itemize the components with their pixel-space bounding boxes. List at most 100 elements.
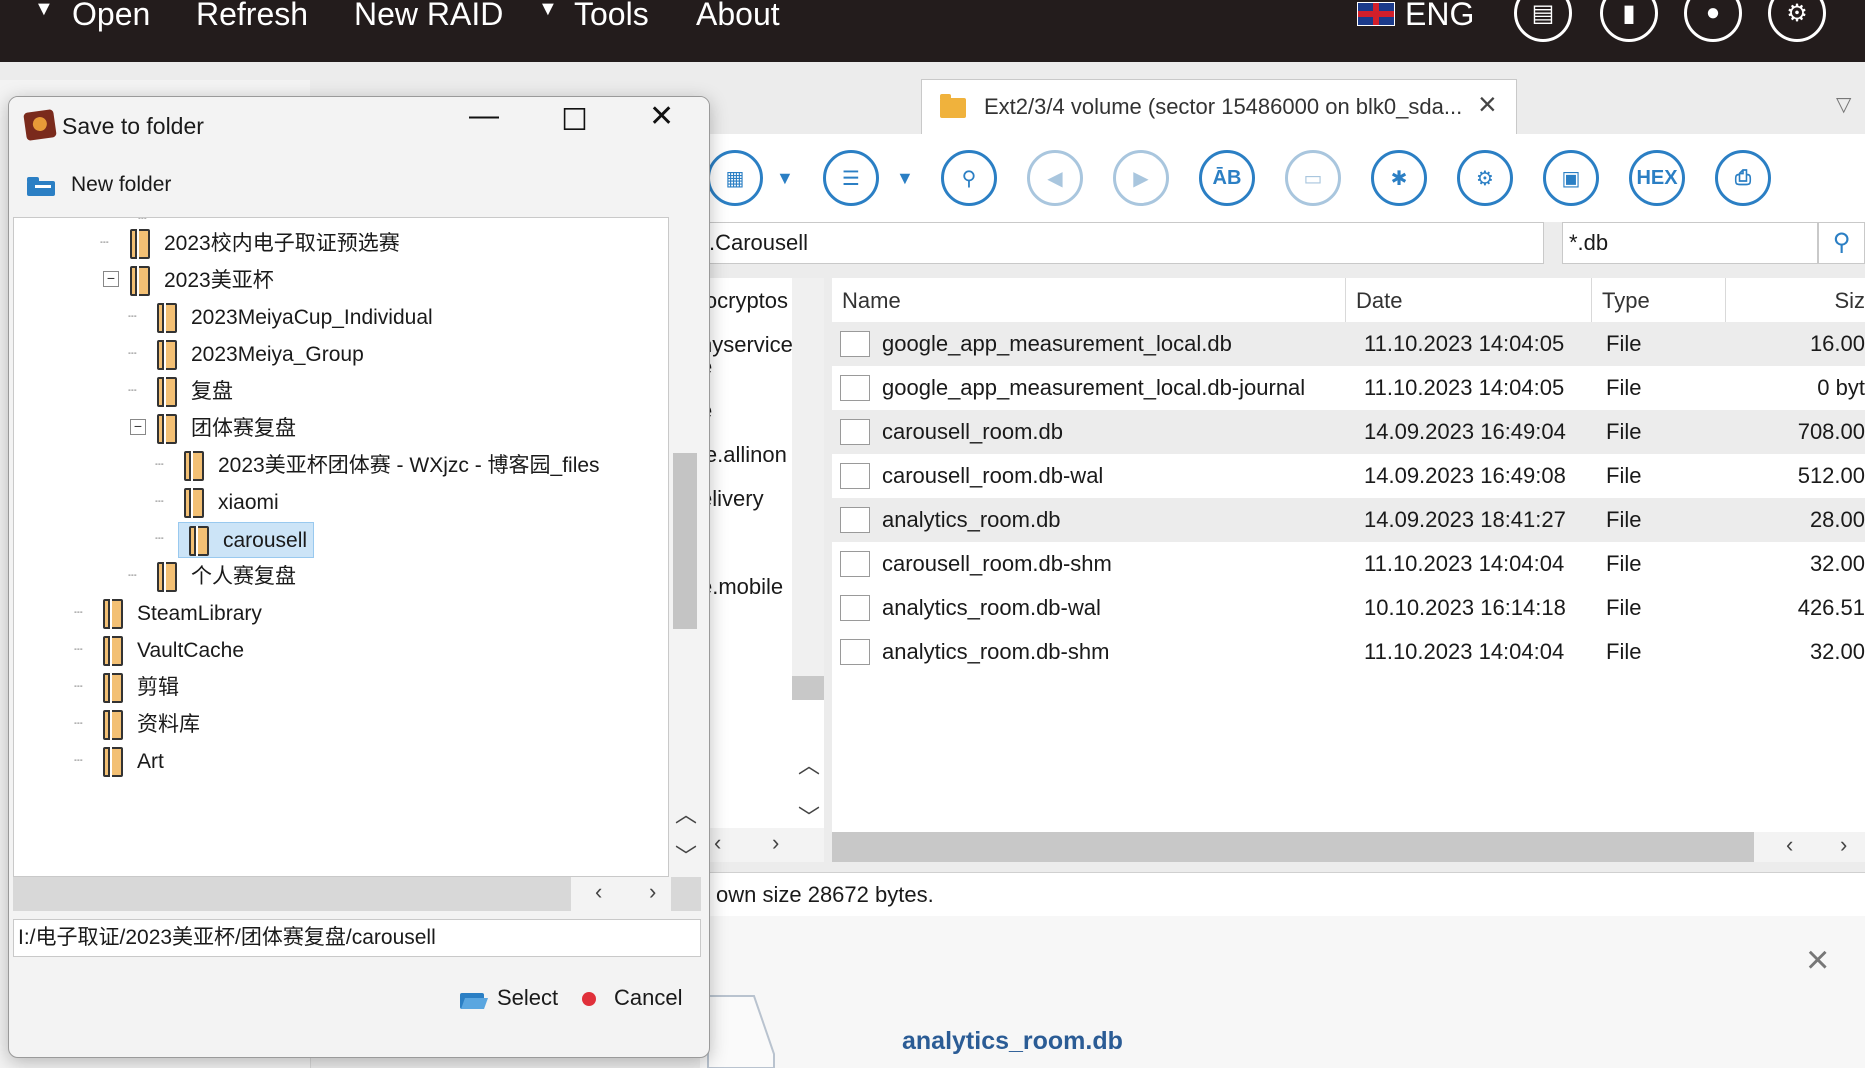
path-input[interactable]: .Carousell (700, 222, 1544, 264)
scroll-thumb[interactable] (832, 832, 1754, 862)
tree-node-steamlibrary[interactable]: SteamLibrary (103, 596, 262, 632)
tree-node-individual-review[interactable]: 个人赛复盘 (157, 559, 296, 595)
cancel-button[interactable]: Cancel (582, 985, 682, 1011)
scroll-thumb[interactable] (673, 453, 697, 629)
chevron-left-icon[interactable]: ‹ (595, 879, 602, 905)
filter-input[interactable]: *.db (1562, 222, 1818, 264)
gear-icon[interactable]: ⚙ (1768, 0, 1826, 42)
new-folder-button[interactable]: New folder (25, 173, 171, 197)
tree-node-art[interactable]: Art (103, 744, 164, 780)
collapse-icon[interactable]: − (103, 271, 119, 287)
column-header-size[interactable]: Siz (1726, 278, 1865, 324)
file-type: File (1606, 331, 1642, 356)
table-row[interactable]: carousell_room.db-wal 14.09.2023 16:49:0… (832, 454, 1865, 498)
table-row[interactable]: analytics_room.db 14.09.2023 18:41:27 Fi… (832, 498, 1865, 542)
image-card-icon[interactable]: ▭ (1285, 150, 1341, 206)
dialog-titlebar[interactable]: Save to folder — ☐ ✕ (9, 97, 709, 157)
file-name: carousell_room.db-shm (882, 551, 1112, 576)
folder-icon (130, 229, 150, 260)
chevron-right-icon[interactable]: › (772, 830, 779, 856)
select-button[interactable]: Select (459, 985, 558, 1011)
table-row[interactable]: carousell_room.db-shm 11.10.2023 14:04:0… (832, 542, 1865, 586)
minimize-icon[interactable]: — (469, 99, 499, 133)
table-row[interactable]: analytics_room.db-shm 11.10.2023 14:04:0… (832, 630, 1865, 674)
tree-item[interactable]: ie.allinon (700, 442, 787, 468)
tree-connector: ┄ (155, 530, 164, 546)
chevron-up-icon[interactable]: ︿ (798, 748, 820, 780)
user-icon[interactable]: ● (1684, 0, 1742, 42)
tree-item[interactable]: e.mobile (700, 574, 783, 600)
open-dropdown-icon[interactable]: ▼ (34, 0, 54, 21)
hex-icon[interactable]: HEX (1629, 150, 1685, 206)
tree-node-carousell[interactable]: carousell (178, 522, 315, 558)
file-date: 14.09.2023 16:49:04 (1364, 419, 1566, 444)
print-icon[interactable]: ⎙ (1715, 150, 1771, 206)
tree-scrollbar[interactable] (792, 278, 824, 700)
file-settings-icon[interactable]: ⚙ (1457, 150, 1513, 206)
table-row[interactable]: carousell_room.db 14.09.2023 16:49:04 Fi… (832, 410, 1865, 454)
tree-v-scrollbar[interactable] (669, 217, 701, 877)
column-header-name[interactable]: Name (832, 278, 1346, 324)
close-icon[interactable]: × (1806, 938, 1829, 983)
file-h-scrollbar[interactable] (832, 832, 1865, 862)
panel-icon[interactable]: ▮ (1600, 0, 1658, 42)
language-selector[interactable]: ENG (1405, 0, 1474, 34)
tab-ext-volume[interactable]: Ext2/3/4 volume (sector 15486000 on blk0… (921, 79, 1517, 135)
tools-dropdown-icon[interactable]: ▼ (538, 0, 558, 21)
tree-node-library[interactable]: 资料库 (103, 707, 200, 743)
chevron-up-icon[interactable]: ︿ (675, 797, 697, 829)
column-header-date[interactable]: Date (1346, 278, 1592, 324)
close-icon[interactable]: × (1478, 86, 1497, 123)
menu-about[interactable]: About (696, 0, 780, 34)
tree-connector: ┄ (128, 567, 137, 583)
menu-new-raid[interactable]: New RAID (354, 0, 503, 34)
maximize-icon[interactable]: ☐ (561, 103, 588, 138)
preview-file-name[interactable]: analytics_room.db (902, 1027, 1123, 1056)
menu-refresh[interactable]: Refresh (196, 0, 308, 34)
scroll-thumb[interactable] (792, 676, 824, 700)
tree-node-team-blog-files[interactable]: 2023美亚杯团体赛 - WXjzc - 博客园_files (184, 448, 600, 484)
tree-node-team-review[interactable]: 团体赛复盘 (157, 411, 296, 447)
tree-node-2023-campus-prelim[interactable]: 2023校内电子取证预选赛 (130, 226, 400, 262)
view-list-icon[interactable]: ☰ (823, 150, 879, 206)
previous-icon[interactable]: ◀ (1027, 150, 1083, 206)
chevron-right-icon[interactable]: › (649, 879, 656, 905)
tree-node-vaultcache[interactable]: VaultCache (103, 633, 244, 669)
tree-node-editing[interactable]: 剪辑 (103, 670, 179, 706)
search-icon[interactable]: ⚲ (1818, 222, 1865, 264)
chevron-down-icon[interactable]: ﹀ (675, 839, 697, 871)
uk-flag-icon[interactable] (1357, 2, 1395, 26)
table-row[interactable]: google_app_measurement_local.db-journal … (832, 366, 1865, 410)
table-row[interactable]: analytics_room.db-wal 10.10.2023 16:14:1… (832, 586, 1865, 630)
chevron-left-icon[interactable]: ‹ (714, 830, 721, 856)
tab-menu-icon[interactable]: ▽ (1836, 92, 1851, 117)
close-icon[interactable]: ✕ (649, 99, 674, 134)
preview-area (700, 916, 1865, 1068)
folder-path-input[interactable]: I:/电子取证/2023美亚杯/团体赛复盘/carousell (13, 919, 701, 957)
table-row[interactable]: google_app_measurement_local.db 11.10.20… (832, 322, 1865, 366)
tree-node-review[interactable]: 复盘 (157, 374, 233, 410)
tree-item[interactable]: nyservice (700, 332, 793, 358)
file-add-icon[interactable]: ✱ (1371, 150, 1427, 206)
chevron-down-icon[interactable]: ▼ (896, 168, 914, 189)
save-file-icon[interactable]: ▣ (1543, 150, 1599, 206)
file-icon (840, 639, 870, 665)
tree-node-meiyacup-individual[interactable]: 2023MeiyaCup_Individual (157, 300, 433, 336)
column-header-type[interactable]: Type (1592, 278, 1726, 324)
text-ab-icon[interactable]: ĀB (1199, 150, 1255, 206)
menu-tools[interactable]: Tools (574, 0, 649, 34)
tree-connector: ┄ (74, 715, 83, 731)
chevron-right-icon[interactable]: › (1840, 832, 1847, 858)
tree-node-2023-meiya-cup[interactable]: 2023美亚杯 (130, 263, 274, 299)
view-grid-icon[interactable]: ▦ (707, 150, 763, 206)
tree-node-meiya-group[interactable]: 2023Meiya_Group (157, 337, 364, 373)
list-window-icon[interactable]: ▤ (1514, 0, 1572, 42)
next-icon[interactable]: ▶ (1113, 150, 1169, 206)
chevron-down-icon[interactable]: ▼ (776, 168, 794, 189)
menu-open[interactable]: Open (72, 0, 150, 34)
collapse-icon[interactable]: − (130, 419, 146, 435)
binoculars-icon[interactable]: ⚲ (941, 150, 997, 206)
tree-node-xiaomi[interactable]: xiaomi (184, 485, 279, 521)
tree-item[interactable]: locryptos (700, 288, 788, 314)
chevron-left-icon[interactable]: ‹ (1786, 832, 1793, 858)
